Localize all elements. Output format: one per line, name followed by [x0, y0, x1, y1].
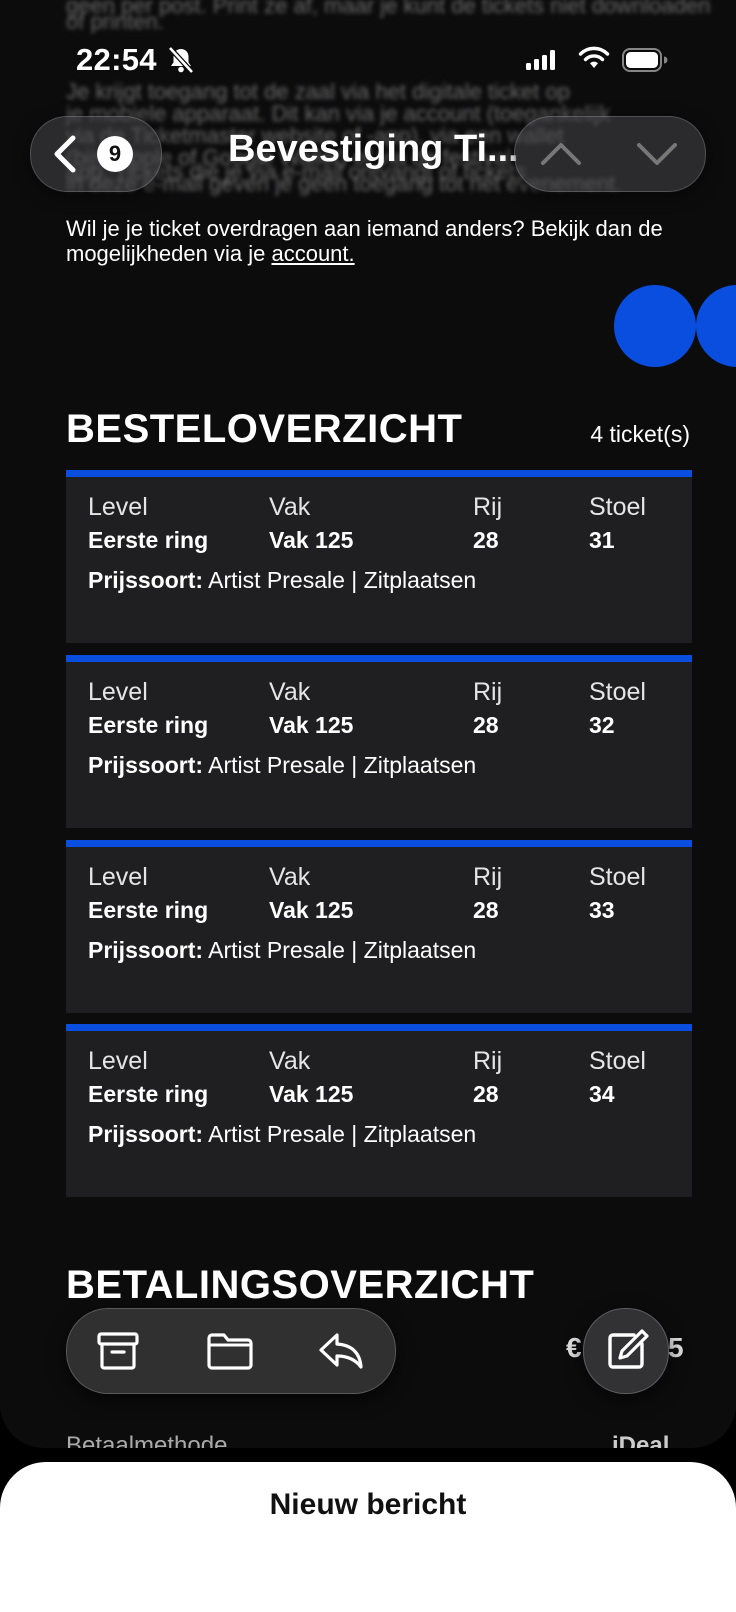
- status-time: 22:54: [76, 42, 157, 77]
- mail-screen: geen per post. Print ze af, maar je kunt…: [0, 0, 736, 1448]
- level-value: Eerste ring: [88, 1081, 209, 1107]
- seat-value: 33: [589, 897, 615, 923]
- row-label: Rij: [473, 493, 503, 521]
- section-label: Vak: [269, 1047, 311, 1075]
- payment-method-label: Betaalmethode: [66, 1432, 228, 1448]
- level-value: Eerste ring: [88, 712, 209, 738]
- price-type-value: Artist Presale | Zitplaatsen: [208, 752, 477, 778]
- new-message-sheet[interactable]: Nieuw bericht: [0, 1462, 736, 1612]
- archive-icon[interactable]: [95, 1329, 141, 1378]
- row-label: Rij: [473, 678, 503, 706]
- seat-value: 34: [589, 1081, 615, 1107]
- ticket-card: Level Vak Rij Stoel Eerste ring Vak 125 …: [66, 655, 692, 828]
- price-type-value: Artist Presale | Zitplaatsen: [208, 937, 477, 963]
- status-bar: 22:54: [0, 40, 736, 84]
- account-link[interactable]: account.: [271, 241, 354, 266]
- seat-value: 31: [589, 527, 615, 553]
- folder-icon[interactable]: [205, 1329, 255, 1378]
- row-value: 28: [473, 712, 499, 738]
- row-label: Rij: [473, 863, 503, 891]
- back-button[interactable]: 9: [30, 116, 162, 192]
- wifi-icon: [578, 46, 610, 75]
- payment-overview-title: BETALINGSOVERZICHT: [66, 1263, 535, 1307]
- price-type-value: Artist Presale | Zitplaatsen: [208, 567, 477, 593]
- seat-label: Stoel: [589, 1047, 646, 1075]
- price-type-label: Prijssoort:: [88, 937, 204, 963]
- price-type: Prijssoort: Artist Presale | Zitplaatsen: [88, 1121, 476, 1148]
- message-navigation: [514, 116, 706, 192]
- compose-icon: [608, 1329, 649, 1369]
- ticket-card: Level Vak Rij Stoel Eerste ring Vak 125 …: [66, 470, 692, 643]
- transfer-notice: Wil je je ticket overdragen aan iemand a…: [66, 216, 686, 266]
- seat-label: Stoel: [589, 678, 646, 706]
- price-type: Prijssoort: Artist Presale | Zitplaatsen: [88, 567, 476, 594]
- compose-button[interactable]: [583, 1308, 669, 1394]
- ticket-card: Level Vak Rij Stoel Eerste ring Vak 125 …: [66, 1024, 692, 1197]
- price-type-label: Prijssoort:: [88, 752, 204, 778]
- message-toolbar: [66, 1308, 396, 1394]
- price-type-label: Prijssoort:: [88, 1121, 204, 1147]
- order-overview-title: BESTELOVERZICHT: [66, 407, 463, 451]
- chevron-up-icon[interactable]: [539, 135, 583, 176]
- ticket-count: 4 ticket(s): [590, 421, 690, 447]
- section-label: Vak: [269, 493, 311, 521]
- row-value: 28: [473, 527, 499, 553]
- section-label: Vak: [269, 863, 311, 891]
- chevron-left-icon: [51, 134, 79, 179]
- row-value: 28: [473, 1081, 499, 1107]
- payment-method-value: iDeal: [612, 1432, 670, 1448]
- section-value: Vak 125: [269, 897, 354, 923]
- unread-count-badge: 9: [97, 136, 133, 172]
- transfer-text: Wil je je ticket overdragen aan iemand a…: [66, 216, 663, 266]
- price-type: Prijssoort: Artist Presale | Zitplaatsen: [88, 752, 476, 779]
- bell-off-icon: [168, 46, 194, 79]
- level-label: Level: [88, 678, 148, 706]
- price-type-label: Prijssoort:: [88, 567, 204, 593]
- seat-value: 32: [589, 712, 615, 738]
- seat-label: Stoel: [589, 863, 646, 891]
- message-subject-title: Bevestiging Ti...: [228, 128, 519, 170]
- ticket-card: Level Vak Rij Stoel Eerste ring Vak 125 …: [66, 840, 692, 1013]
- chevron-down-icon[interactable]: [635, 135, 679, 176]
- decorative-circle: [614, 285, 696, 367]
- payment-amount-end: 5: [668, 1332, 684, 1363]
- section-value: Vak 125: [269, 1081, 354, 1107]
- signal-icon: [526, 50, 556, 75]
- price-type: Prijssoort: Artist Presale | Zitplaatsen: [88, 937, 476, 964]
- price-type-value: Artist Presale | Zitplaatsen: [208, 1121, 477, 1147]
- blurred-line: of printen.: [66, 9, 164, 34]
- battery-icon: [622, 48, 668, 77]
- level-label: Level: [88, 1047, 148, 1075]
- section-value: Vak 125: [269, 527, 354, 553]
- row-value: 28: [473, 897, 499, 923]
- row-label: Rij: [473, 1047, 503, 1075]
- level-label: Level: [88, 863, 148, 891]
- level-value: Eerste ring: [88, 527, 209, 553]
- section-label: Vak: [269, 678, 311, 706]
- reply-icon[interactable]: [317, 1329, 365, 1378]
- payment-amount-start: €: [566, 1332, 582, 1363]
- seat-label: Stoel: [589, 493, 646, 521]
- decorative-circle: [696, 285, 736, 367]
- section-value: Vak 125: [269, 712, 354, 738]
- new-message-title: Nieuw bericht: [269, 1488, 467, 1521]
- level-value: Eerste ring: [88, 897, 209, 923]
- level-label: Level: [88, 493, 148, 521]
